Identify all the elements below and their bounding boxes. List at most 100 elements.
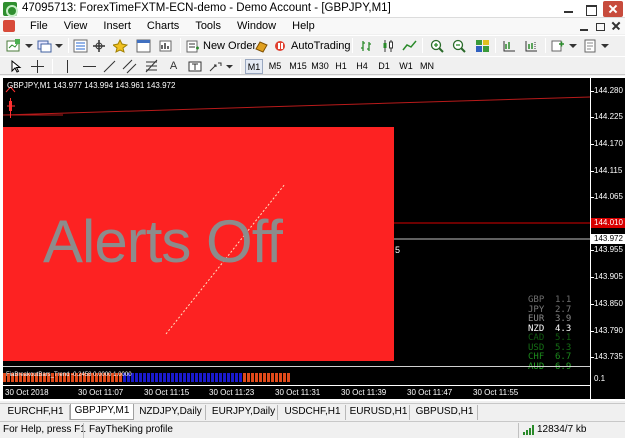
- dropdown-arrow-icon[interactable]: [598, 39, 613, 53]
- tab-gbpusd-h1[interactable]: GBPUSD,H1: [412, 405, 478, 420]
- menu-bar: File View Insert Charts Tools Window Hel…: [0, 18, 625, 34]
- metaeditor-icon[interactable]: [254, 39, 269, 53]
- child-close-button[interactable]: [610, 20, 622, 32]
- timeframe-m5[interactable]: M5: [266, 59, 284, 74]
- timeframe-d1[interactable]: D1: [376, 59, 392, 74]
- child-restore-button[interactable]: [594, 20, 606, 32]
- price-axis[interactable]: 144.010 143.972 0.1 144.280 144.225 144.17…: [590, 78, 625, 399]
- market-watch-icon[interactable]: [73, 39, 88, 53]
- cursor-icon[interactable]: [8, 59, 23, 74]
- autotrading-icon: [274, 40, 288, 53]
- status-profile[interactable]: FayTheKing profile: [89, 424, 173, 435]
- time-label: 30 Oct 2018: [5, 388, 49, 397]
- timeframe-m15[interactable]: M15: [288, 59, 308, 74]
- dropdown-arrow-icon[interactable]: [222, 59, 237, 74]
- status-divider: [518, 423, 519, 438]
- menu-charts[interactable]: Charts: [139, 19, 187, 33]
- candlestick-chart-icon[interactable]: [381, 39, 396, 53]
- ask-price-badge: 144.010: [591, 218, 625, 228]
- title-bar: 47095713: ForexTimeFXTM-ECN-demo - Demo …: [0, 0, 625, 18]
- tab-gbpjpy-m1[interactable]: GBPJPY,M1: [70, 404, 134, 420]
- chart-header: GBPJPY,M1 143.977 143.994 143.961 143.97…: [7, 81, 176, 90]
- timeframe-mn[interactable]: MN: [418, 59, 436, 74]
- indicators-icon[interactable]: [551, 39, 566, 53]
- navigator-icon[interactable]: [113, 39, 128, 53]
- timeframe-w1[interactable]: W1: [398, 59, 414, 74]
- time-label: 30 Oct 11:55: [473, 388, 519, 397]
- price-label: 144.225: [594, 112, 623, 121]
- connection-status-icon[interactable]: [523, 425, 534, 435]
- timeframe-h4[interactable]: H4: [354, 59, 370, 74]
- minimize-button[interactable]: [559, 1, 579, 17]
- trendline-icon[interactable]: [102, 59, 117, 74]
- price-label: 144.115: [594, 166, 623, 175]
- dropdown-arrow-icon[interactable]: [22, 39, 37, 53]
- window-title: 47095713: ForexTimeFXTM-ECN-demo - Demo …: [22, 2, 391, 14]
- subwindow-separator[interactable]: [3, 366, 590, 367]
- alerts-off-panel[interactable]: Alerts Off: [3, 127, 394, 361]
- chart-canvas[interactable]: GBPJPY,M1 143.977 143.994 143.961 143.97…: [3, 78, 590, 399]
- auto-scroll-icon[interactable]: [502, 39, 517, 53]
- horizontal-line-icon[interactable]: [82, 59, 97, 74]
- text-tool-icon[interactable]: A: [166, 59, 181, 74]
- autotrading-label: AutoTrading: [291, 40, 351, 52]
- data-window-icon[interactable]: [92, 39, 107, 53]
- menu-tools[interactable]: Tools: [187, 19, 229, 33]
- arrows-icon[interactable]: [208, 59, 223, 74]
- bar-chart-icon[interactable]: [360, 39, 375, 53]
- zoom-in-icon[interactable]: [430, 39, 445, 53]
- standard-toolbar: New Order AutoTrading: [0, 35, 625, 55]
- app-icon: [3, 2, 18, 17]
- autotrading-button[interactable]: AutoTrading: [274, 38, 351, 54]
- menu-window[interactable]: Window: [229, 19, 284, 33]
- chart-window-icon[interactable]: [3, 20, 15, 32]
- terminal-icon[interactable]: [136, 39, 151, 53]
- tab-eurusd-h1[interactable]: EURUSD,H1: [348, 405, 410, 420]
- menu-insert[interactable]: Insert: [95, 19, 139, 33]
- status-traffic: 12834/7 kb: [537, 424, 587, 435]
- dropdown-arrow-icon[interactable]: [52, 39, 67, 53]
- vertical-line-icon[interactable]: [60, 59, 75, 74]
- equidistant-channel-icon[interactable]: [122, 59, 137, 74]
- menu-view[interactable]: View: [56, 19, 96, 33]
- templates-icon[interactable]: [583, 39, 598, 53]
- time-axis: 30 Oct 2018 30 Oct 11:07 30 Oct 11:15 30…: [3, 385, 590, 399]
- price-label: 144.280: [594, 86, 623, 95]
- profiles-icon[interactable]: [37, 39, 52, 53]
- tab-eurchf-h1[interactable]: EURCHF,H1: [2, 405, 70, 420]
- dropdown-arrow-icon[interactable]: [566, 39, 581, 53]
- text-label-icon[interactable]: [188, 59, 203, 74]
- line-chart-icon[interactable]: [402, 39, 417, 53]
- close-button[interactable]: [603, 1, 623, 17]
- trend-line[interactable]: [3, 96, 590, 116]
- toolbar-separator: [52, 59, 53, 74]
- chart-shift-icon[interactable]: [524, 39, 539, 53]
- maximize-button[interactable]: [581, 1, 601, 17]
- timeframe-m30[interactable]: M30: [310, 59, 330, 74]
- time-label: 30 Oct 11:07: [78, 388, 124, 397]
- crosshair-icon[interactable]: [30, 59, 45, 74]
- tile-windows-icon[interactable]: [475, 39, 490, 53]
- alerts-off-text: Alerts Off: [43, 208, 283, 275]
- stray-digit: 5: [395, 245, 401, 255]
- toolbar-separator: [180, 38, 181, 53]
- time-label: 30 Oct 11:23: [209, 388, 255, 397]
- new-order-label: New Order: [203, 40, 257, 52]
- chart-window: GBPJPY,M1 143.977 143.994 143.961 143.97…: [0, 76, 625, 401]
- new-chart-icon[interactable]: [6, 39, 21, 53]
- timeframe-m1[interactable]: M1: [245, 59, 263, 74]
- new-order-button[interactable]: New Order: [186, 38, 256, 54]
- timeframe-h1[interactable]: H1: [333, 59, 349, 74]
- tab-eurjpy-daily[interactable]: EURJPY,Daily: [210, 405, 278, 420]
- strategy-tester-icon[interactable]: [158, 39, 173, 53]
- fibonacci-icon[interactable]: [144, 59, 159, 74]
- menu-help[interactable]: Help: [284, 19, 323, 33]
- tab-nzdjpy-daily[interactable]: NZDJPY,Daily: [136, 405, 206, 420]
- tab-usdchf-h1[interactable]: USDCHF,H1: [280, 405, 346, 420]
- child-minimize-button[interactable]: [578, 20, 590, 32]
- indicator-subwindow[interactable]: FiaBreakoutBars_Trend -0.2458 0.0000 1.0…: [3, 370, 590, 384]
- toolbar-separator: [495, 38, 496, 53]
- toolbar-separator: [422, 38, 423, 53]
- menu-file[interactable]: File: [22, 19, 56, 33]
- zoom-out-icon[interactable]: [452, 39, 467, 53]
